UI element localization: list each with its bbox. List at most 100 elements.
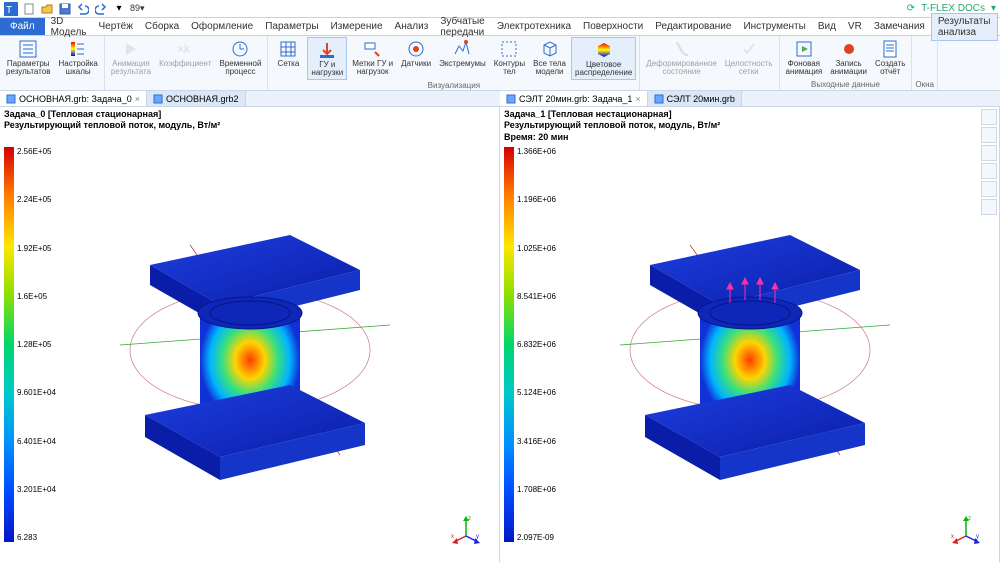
menu-item[interactable]: Редактирование	[649, 19, 737, 34]
ribbon-group-title: Выходные данные	[783, 79, 909, 89]
doc-tab[interactable]: ОСНОВНАЯ.grb2	[147, 91, 246, 106]
legend-tick: 5.124E+06	[517, 388, 566, 397]
ribbon-report-button[interactable]: Создать отчёт	[872, 37, 908, 79]
menu-item[interactable]: Поверхности	[577, 19, 649, 34]
doc-tab-label: ОСНОВНАЯ.grb: Задача_0	[19, 94, 132, 104]
ribbon-btn-label: Сетка	[278, 60, 300, 68]
legend-tick: 2.24E+05	[17, 195, 66, 204]
menu-item[interactable]: Оформление	[185, 19, 259, 34]
color-legend: 1.366E+061.196E+061.025E+068.541E+066.83…	[504, 147, 566, 542]
ribbon-btn-label: Метки ГУ и нагрузок	[352, 60, 393, 76]
legend-gradient	[504, 147, 514, 542]
model-view[interactable]	[0, 107, 499, 562]
doc-tab[interactable]: СЭЛТ 20мин.grb: Задача_1×	[500, 91, 648, 106]
ribbon-coef-button: ×k Коэффициент	[156, 37, 214, 89]
coef-icon: ×k	[175, 39, 195, 59]
app-icon: T	[4, 2, 18, 16]
menu-item[interactable]: Сборка	[139, 19, 185, 34]
viewport-pane[interactable]: Задача_0 [Тепловая стационарная]Результи…	[0, 107, 500, 562]
ribbon-extremes-button[interactable]: Экстремумы	[436, 37, 489, 80]
legend-tick: 2.097E-09	[517, 533, 566, 542]
close-icon[interactable]: ×	[135, 94, 140, 104]
menu-item[interactable]: Измерение	[325, 19, 389, 34]
ribbon-integrity-button: Целостность сетки	[722, 37, 776, 89]
recanim-icon	[839, 39, 859, 59]
ribbon-contours-button[interactable]: Контуры тел	[491, 37, 528, 80]
ribbon-bclabels-button[interactable]: Метки ГУ и нагрузок	[349, 37, 396, 80]
legend-tick: 1.92E+05	[17, 244, 66, 253]
document-tabs: ОСНОВНАЯ.grb: Задача_0×ОСНОВНАЯ.grb2СЭЛТ…	[0, 91, 1000, 107]
ribbon-mesh-button[interactable]: Сетка	[271, 37, 305, 80]
ribbon-btn-label: Экстремумы	[439, 60, 486, 68]
doc-tab-label: ОСНОВНАЯ.grb2	[166, 94, 239, 104]
menu-item[interactable]: Чертёж	[93, 19, 139, 34]
ribbon-btn-label: Параметры результатов	[6, 60, 50, 76]
deform-icon	[672, 39, 692, 59]
ribbon-btn-label: Фоновая анимация	[786, 60, 823, 76]
ribbon-btn-label: Запись анимации	[830, 60, 867, 76]
params-icon	[18, 39, 38, 59]
ribbon-colordist-button[interactable]: Цветовое распределение	[571, 37, 636, 80]
menu-item[interactable]: Вид	[812, 19, 842, 34]
ribbon-recanim-button[interactable]: Запись анимации	[827, 37, 870, 79]
contours-icon	[499, 39, 519, 59]
ribbon-scale-button[interactable]: Настройка шкалы	[55, 37, 100, 89]
legend-tick: 1.025E+06	[517, 244, 566, 253]
ribbon-btn-label: Создать отчёт	[875, 60, 905, 76]
ribbon-sensors-button[interactable]: Датчики	[398, 37, 434, 80]
extremes-icon	[452, 39, 472, 59]
color-legend: 2.56E+052.24E+051.92E+051.6E+051.28E+059…	[4, 147, 66, 542]
ribbon-time-button[interactable]: Временной процесс	[216, 37, 264, 89]
menu-item[interactable]: VR	[842, 19, 868, 34]
legend-tick: 1.366E+06	[517, 147, 566, 156]
ribbon-bc-button[interactable]: ГУ и нагрузки	[307, 37, 347, 80]
doc-tab[interactable]: СЭЛТ 20мин.grb	[648, 91, 742, 106]
viewport-pane[interactable]: Задача_1 [Тепловая нестационарная]Резуль…	[500, 107, 1000, 562]
menu-item[interactable]: Анализ	[389, 19, 435, 34]
new-icon[interactable]	[22, 2, 36, 16]
allbodies-icon	[540, 39, 560, 59]
svg-text:z: z	[468, 516, 471, 522]
ribbon-btn-label: Контуры тел	[494, 60, 525, 76]
ribbon-group-title: Окна	[915, 79, 934, 89]
layers-icon[interactable]	[981, 199, 997, 215]
file-menu[interactable]: Файл	[0, 18, 45, 35]
workspace: Задача_0 [Тепловая стационарная]Результи…	[0, 107, 1000, 562]
sensors-icon	[406, 39, 426, 59]
ribbon-allbodies-button[interactable]: Все тела модели	[530, 37, 569, 80]
model-view[interactable]	[500, 107, 999, 562]
menu-item[interactable]: Результаты анализа	[931, 13, 998, 41]
time-icon	[230, 39, 250, 59]
menu-item[interactable]: Параметры	[259, 19, 324, 34]
legend-tick: 1.196E+06	[517, 195, 566, 204]
ribbon-btn-label: Коэффициент	[159, 60, 211, 68]
view-toolbar	[981, 109, 997, 215]
zoom-icon[interactable]	[981, 145, 997, 161]
section-icon[interactable]	[981, 181, 997, 197]
legend-tick: 2.56E+05	[17, 147, 66, 156]
ribbon-params-button[interactable]: Параметры результатов	[3, 37, 53, 89]
close-icon[interactable]: ×	[635, 94, 640, 104]
anim-icon	[121, 39, 141, 59]
ribbon-bganim-button[interactable]: Фоновая анимация	[783, 37, 826, 79]
rotate-icon[interactable]	[981, 127, 997, 143]
legend-tick: 9.601E+04	[17, 388, 66, 397]
menu-item[interactable]: Электротехника	[491, 19, 577, 34]
legend-tick: 1.708E+06	[517, 485, 566, 494]
doc-icon	[153, 94, 163, 104]
doc-tab[interactable]: ОСНОВНАЯ.grb: Задача_0×	[0, 91, 147, 106]
mesh-icon	[278, 39, 298, 59]
svg-text:×k: ×k	[177, 42, 191, 56]
fit-icon[interactable]	[981, 163, 997, 179]
legend-tick: 8.541E+06	[517, 292, 566, 301]
menu-item[interactable]: Инструменты	[737, 19, 811, 34]
ribbon-btn-label: Датчики	[401, 60, 431, 68]
ribbon-btn-label: Анимация результата	[111, 60, 151, 76]
menu-item[interactable]: Замечания	[868, 19, 931, 34]
ribbon-group-title: Визуализация	[271, 80, 636, 90]
legend-gradient	[4, 147, 14, 542]
integrity-icon	[739, 39, 759, 59]
doc-icon	[6, 94, 16, 104]
ribbon-btn-label: Целостность сетки	[725, 60, 773, 76]
cube-icon[interactable]	[981, 109, 997, 125]
